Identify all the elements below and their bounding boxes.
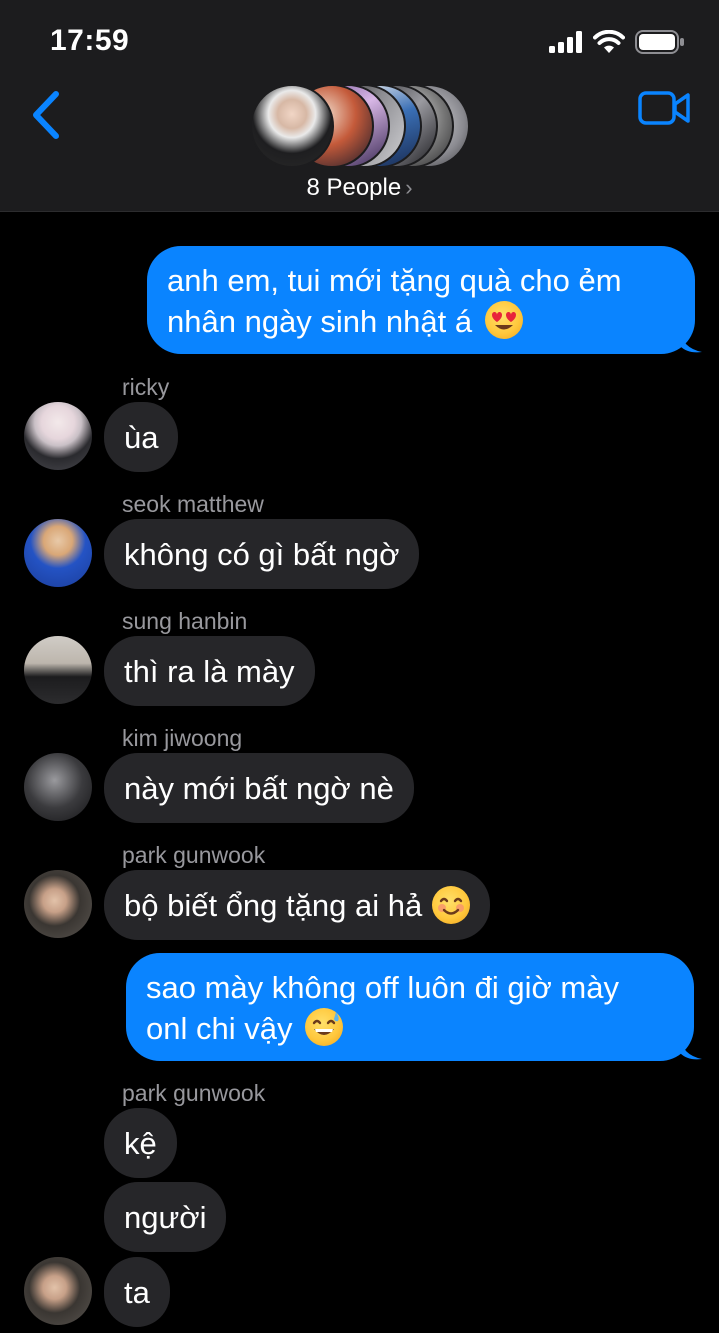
sender-name: ricky — [122, 374, 170, 400]
message-line: onl chi vậy — [146, 1011, 293, 1046]
avatar-sung-hanbin[interactable] — [24, 636, 92, 704]
sweat-smile-emoji-icon — [305, 1008, 344, 1046]
incoming-message[interactable]: kệ — [104, 1108, 177, 1178]
avatar-park-gunwook[interactable] — [24, 1257, 92, 1325]
incoming-message[interactable]: bộ biết ổng tặng ai hả — [104, 870, 491, 940]
battery-icon — [635, 30, 684, 54]
bubble-tail — [680, 1037, 702, 1060]
bubble-tail — [680, 330, 702, 353]
message-list[interactable]: anh em, tui mới tặng quà cho ẻm nhân ngà… — [0, 212, 719, 1333]
group-title[interactable]: 8 People › — [0, 174, 719, 202]
status-icons — [549, 28, 685, 56]
video-call-icon[interactable] — [638, 90, 690, 126]
avatar-seok-matthew[interactable] — [24, 519, 92, 587]
message-line: nhân ngày sinh nhật á — [167, 304, 473, 339]
message-line: sao mày không off luôn đi giờ mày — [146, 970, 619, 1005]
message-text: bộ biết ổng tặng ai hả — [124, 887, 423, 923]
group-avatar-1 — [250, 84, 334, 168]
sender-name: seok matthew — [122, 491, 264, 517]
sender-name: sung hanbin — [122, 608, 248, 634]
outgoing-message[interactable]: anh em, tui mới tặng quà cho ẻm nhân ngà… — [147, 246, 695, 354]
sender-name: park gunwook — [122, 842, 266, 868]
incoming-message[interactable]: không có gì bất ngờ — [104, 519, 420, 589]
status-time: 17:59 — [50, 24, 130, 57]
outgoing-message[interactable]: sao mày không off luôn đi giờ mày onl ch… — [126, 953, 694, 1061]
incoming-message[interactable]: ùa — [104, 402, 179, 472]
wifi-icon — [593, 30, 625, 53]
incoming-message[interactable]: ta — [104, 1257, 170, 1327]
heart-eyes-emoji-icon — [484, 301, 523, 339]
avatar-ricky[interactable] — [24, 402, 92, 470]
avatar-park-gunwook[interactable] — [24, 870, 92, 938]
incoming-message[interactable]: người — [104, 1182, 227, 1252]
sender-name: park gunwook — [122, 1080, 266, 1106]
group-avatars[interactable] — [250, 84, 475, 168]
incoming-message[interactable]: này mới bất ngờ nè — [104, 753, 414, 823]
back-chevron-icon[interactable] — [28, 88, 68, 142]
signal-icon — [549, 31, 582, 53]
chevron-right-icon: › — [405, 175, 413, 200]
message-line: anh em, tui mới tặng quà cho ẻm — [167, 263, 622, 298]
conversation-header: 17:59 8 People › — [0, 0, 719, 212]
group-title-label: 8 People — [306, 174, 402, 201]
avatar-kim-jiwoong[interactable] — [24, 753, 92, 821]
incoming-message[interactable]: thì ra là mày — [104, 636, 315, 706]
sender-name: kim jiwoong — [122, 725, 243, 751]
smiling-emoji-icon — [432, 886, 471, 924]
